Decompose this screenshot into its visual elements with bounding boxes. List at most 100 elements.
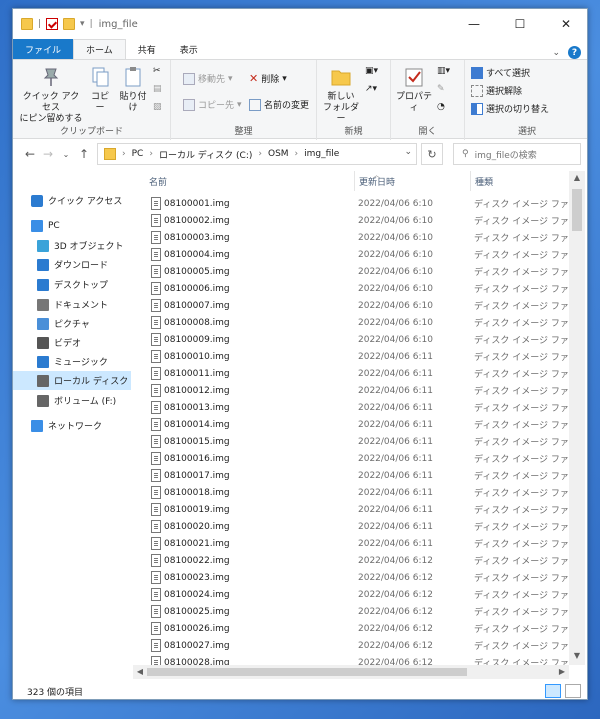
- nav-item[interactable]: PC: [13, 216, 131, 235]
- nav-item[interactable]: ローカル ディスク (C:): [13, 371, 131, 390]
- details-view-icon[interactable]: [545, 684, 561, 698]
- scroll-thumb[interactable]: [572, 189, 582, 231]
- nav-item[interactable]: ネットワーク: [13, 416, 131, 435]
- address-dropdown-icon[interactable]: ⌄: [404, 147, 412, 157]
- invert-selection-button[interactable]: 選択の切り替え: [471, 102, 549, 115]
- minimize-button[interactable]: —: [451, 9, 497, 39]
- edit-icon[interactable]: ✎: [437, 84, 445, 94]
- maximize-button[interactable]: ☐: [497, 9, 543, 39]
- scroll-left-icon[interactable]: ◀: [133, 665, 147, 679]
- delete-button[interactable]: ✕ 削除 ▾: [249, 72, 287, 85]
- nav-item[interactable]: ドキュメント: [13, 295, 131, 314]
- disk-image-file-icon: [151, 316, 161, 329]
- pin-quick-access-button[interactable]: クイック アクセス にピン留めする: [19, 66, 83, 125]
- file-row[interactable]: 08100019.img 2022/04/06 6:11 ディスク イメージ ファ.…: [145, 501, 569, 518]
- file-row[interactable]: 08100028.img 2022/04/06 6:12 ディスク イメージ ファ.…: [145, 654, 569, 665]
- easy-access-icon[interactable]: ↗▾: [365, 84, 377, 94]
- column-name[interactable]: 名前: [145, 171, 355, 191]
- rename-button[interactable]: 名前の変更: [249, 98, 309, 111]
- breadcrumb-img-file[interactable]: img_file: [304, 149, 339, 159]
- new-folder-button[interactable]: 新しい フォルダー: [321, 66, 361, 125]
- large-icons-view-icon[interactable]: [565, 684, 581, 698]
- file-row[interactable]: 08100024.img 2022/04/06 6:12 ディスク イメージ ファ.…: [145, 586, 569, 603]
- file-name: 08100014.img: [164, 419, 230, 430]
- select-none-button[interactable]: 選択解除: [471, 84, 522, 97]
- search-input[interactable]: ⚲ img_fileの検索: [453, 143, 581, 165]
- file-row[interactable]: 08100021.img 2022/04/06 6:11 ディスク イメージ ファ.…: [145, 535, 569, 552]
- column-date[interactable]: 更新日時: [354, 171, 470, 191]
- file-row[interactable]: 08100018.img 2022/04/06 6:11 ディスク イメージ ファ.…: [145, 484, 569, 501]
- cut-icon[interactable]: ✂: [153, 66, 161, 76]
- paste-button[interactable]: 貼り付け: [117, 66, 149, 114]
- breadcrumb-local-disk[interactable]: ローカル ディスク (C:): [159, 148, 252, 161]
- refresh-button[interactable]: ↻: [421, 143, 443, 165]
- file-row[interactable]: 08100022.img 2022/04/06 6:12 ディスク イメージ ファ.…: [145, 552, 569, 569]
- file-row[interactable]: 08100008.img 2022/04/06 6:10 ディスク イメージ ファ.…: [145, 314, 569, 331]
- horizontal-scrollbar[interactable]: ◀ ▶: [133, 665, 569, 679]
- nav-item[interactable]: クイック アクセス: [13, 191, 131, 210]
- move-to-button[interactable]: 移動先 ▾: [183, 72, 233, 85]
- history-icon[interactable]: ◔: [437, 102, 445, 112]
- nav-item[interactable]: デスクトップ: [13, 275, 131, 294]
- scroll-down-icon[interactable]: ▼: [569, 651, 585, 665]
- recent-locations-icon[interactable]: ⌄: [57, 150, 75, 159]
- file-row[interactable]: 08100014.img 2022/04/06 6:11 ディスク イメージ ファ.…: [145, 416, 569, 433]
- nav-item[interactable]: ビデオ: [13, 333, 131, 352]
- file-row[interactable]: 08100016.img 2022/04/06 6:11 ディスク イメージ ファ.…: [145, 450, 569, 467]
- file-type: ディスク イメージ ファ...: [474, 285, 569, 295]
- new-folder-icon[interactable]: [63, 18, 76, 30]
- properties-button[interactable]: プロパティ: [393, 66, 435, 114]
- file-row[interactable]: 08100002.img 2022/04/06 6:10 ディスク イメージ ファ.…: [145, 212, 569, 229]
- scroll-up-icon[interactable]: ▲: [569, 173, 585, 187]
- file-row[interactable]: 08100011.img 2022/04/06 6:11 ディスク イメージ ファ.…: [145, 365, 569, 382]
- file-row[interactable]: 08100006.img 2022/04/06 6:10 ディスク イメージ ファ.…: [145, 280, 569, 297]
- breadcrumb-osm[interactable]: OSM: [268, 149, 289, 159]
- tab-view[interactable]: 表示: [168, 39, 210, 59]
- copy-path-icon[interactable]: ▤: [153, 84, 162, 94]
- copy-to-button[interactable]: コピー先 ▾: [183, 98, 242, 111]
- file-row[interactable]: 08100007.img 2022/04/06 6:10 ディスク イメージ ファ.…: [145, 297, 569, 314]
- file-row[interactable]: 08100012.img 2022/04/06 6:11 ディスク イメージ ファ.…: [145, 382, 569, 399]
- file-row[interactable]: 08100010.img 2022/04/06 6:11 ディスク イメージ ファ.…: [145, 348, 569, 365]
- file-row[interactable]: 08100001.img 2022/04/06 6:10 ディスク イメージ ファ.…: [145, 195, 569, 212]
- file-row[interactable]: 08100009.img 2022/04/06 6:10 ディスク イメージ ファ.…: [145, 331, 569, 348]
- nav-item[interactable]: ミュージック: [13, 352, 131, 371]
- nav-item[interactable]: ダウンロード: [13, 255, 131, 274]
- qat-dropdown-icon[interactable]: ▾: [80, 19, 85, 29]
- file-row[interactable]: 08100026.img 2022/04/06 6:12 ディスク イメージ ファ.…: [145, 620, 569, 637]
- file-row[interactable]: 08100020.img 2022/04/06 6:11 ディスク イメージ ファ.…: [145, 518, 569, 535]
- file-row[interactable]: 08100015.img 2022/04/06 6:11 ディスク イメージ ファ.…: [145, 433, 569, 450]
- file-row[interactable]: 08100004.img 2022/04/06 6:10 ディスク イメージ ファ.…: [145, 246, 569, 263]
- scroll-right-icon[interactable]: ▶: [555, 665, 569, 679]
- file-row[interactable]: 08100017.img 2022/04/06 6:11 ディスク イメージ ファ.…: [145, 467, 569, 484]
- tab-home[interactable]: ホーム: [73, 39, 126, 59]
- hscroll-thumb[interactable]: [147, 668, 467, 676]
- file-row[interactable]: 08100023.img 2022/04/06 6:12 ディスク イメージ ファ.…: [145, 569, 569, 586]
- open-icon[interactable]: ▥▾: [437, 66, 450, 76]
- file-row[interactable]: 08100025.img 2022/04/06 6:12 ディスク イメージ ファ.…: [145, 603, 569, 620]
- file-row[interactable]: 08100003.img 2022/04/06 6:10 ディスク イメージ ファ.…: [145, 229, 569, 246]
- new-item-icon[interactable]: ▣▾: [365, 66, 378, 76]
- nav-item[interactable]: ピクチャ: [13, 314, 131, 333]
- close-button[interactable]: ✕: [543, 9, 587, 39]
- copy-button[interactable]: コピー: [87, 66, 113, 114]
- up-arrow-icon[interactable]: ↑: [75, 147, 93, 161]
- back-arrow-icon[interactable]: ←: [21, 147, 39, 161]
- properties-check-icon[interactable]: [46, 18, 59, 30]
- help-icon[interactable]: ?: [568, 46, 581, 59]
- tab-file[interactable]: ファイル: [13, 39, 74, 59]
- paste-shortcut-icon[interactable]: ▧: [153, 102, 162, 112]
- file-row[interactable]: 08100013.img 2022/04/06 6:11 ディスク イメージ ファ.…: [145, 399, 569, 416]
- select-all-button[interactable]: すべて選択: [471, 66, 530, 79]
- address-bar[interactable]: › PC › ローカル ディスク (C:) › OSM › img_file ⌄: [97, 143, 417, 165]
- nav-item[interactable]: ボリューム (F:): [13, 391, 131, 410]
- forward-arrow-icon[interactable]: →: [39, 147, 57, 161]
- file-row[interactable]: 08100005.img 2022/04/06 6:10 ディスク イメージ ファ.…: [145, 263, 569, 280]
- breadcrumb-pc[interactable]: PC: [132, 149, 144, 159]
- nav-item[interactable]: 3D オブジェクト: [13, 236, 131, 255]
- tab-share[interactable]: 共有: [126, 39, 168, 59]
- file-row[interactable]: 08100027.img 2022/04/06 6:12 ディスク イメージ ファ.…: [145, 637, 569, 654]
- column-type[interactable]: 種類: [470, 171, 569, 191]
- vertical-scrollbar[interactable]: ▲ ▼: [569, 171, 585, 665]
- ribbon-collapse-icon[interactable]: ⌄: [552, 48, 560, 58]
